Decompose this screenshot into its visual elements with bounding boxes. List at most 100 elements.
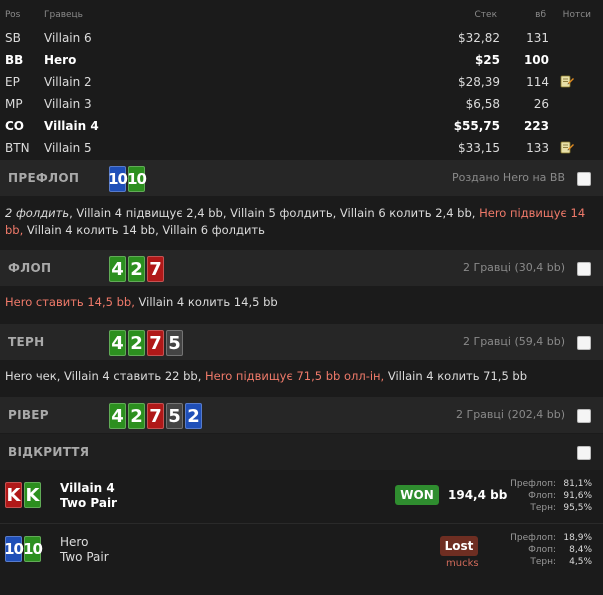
playing-card: 5 xyxy=(166,403,183,429)
player-bb: 26 xyxy=(533,97,549,111)
street-info: 2 Гравці (202,4 bb) xyxy=(456,408,565,421)
playing-card: 2 xyxy=(128,330,145,356)
player-bb: 131 xyxy=(526,31,549,45)
note-icon[interactable] xyxy=(560,74,574,88)
player-pos: BTN xyxy=(5,141,30,155)
turn-bar: ТЕРН 4275 2 Гравці (59,4 bb) xyxy=(0,324,603,360)
playing-card: K xyxy=(24,482,41,508)
action-text: Villain 4 колить 14 bb, Villain 6 фолдит… xyxy=(23,223,265,237)
col-header-player: Гравець xyxy=(44,10,83,20)
player-pos: EP xyxy=(5,75,20,89)
note-icon[interactable] xyxy=(560,140,574,154)
equity-label: Префлоп: xyxy=(510,479,556,489)
player-row[interactable]: CO Villain 4 $55,75 223 xyxy=(0,115,603,137)
showdown-player: KK Villain 4 Two Pair WON 194,4 bb Префл… xyxy=(0,470,603,522)
showdown-player-info: Hero Two Pair xyxy=(60,535,109,565)
playing-card: 4 xyxy=(109,403,126,429)
mucks-label: mucks xyxy=(446,558,479,569)
preflop-bar: ПРЕФЛОП 10 10 Роздано Hero на BB xyxy=(0,160,603,196)
equity-value: 4,5% xyxy=(569,557,592,567)
player-bb: 100 xyxy=(523,53,549,67)
player-pos: SB xyxy=(5,31,21,45)
street-label: ПРЕФЛОП xyxy=(8,171,80,185)
action-text: Hero чек, Villain 4 ставить 22 bb, xyxy=(5,369,206,383)
playing-card: 2 xyxy=(128,403,145,429)
equity-value: 95,5% xyxy=(563,503,592,513)
player-bb: 223 xyxy=(523,119,549,133)
hole-cards: 10 10 xyxy=(108,166,147,192)
equity-label: Терн: xyxy=(530,503,556,513)
playing-card: 10 xyxy=(23,536,43,562)
flop-bar: ФЛОП 427 2 Гравці (30,4 bb) xyxy=(0,250,603,286)
player-pos: BB xyxy=(5,53,24,67)
action-text: Villain 4 колить 71,5 bb xyxy=(384,369,528,383)
street-info: 2 Гравці (59,4 bb) xyxy=(463,335,565,348)
preflop-checkbox[interactable] xyxy=(577,172,591,186)
player-name: Villain 5 xyxy=(44,141,92,155)
showdown-bar: ВІДКРИТТЯ xyxy=(0,434,603,470)
action-text: 2 фолдить xyxy=(5,206,70,220)
preflop-action: 2 фолдить, Villain 4 підвищує 2,4 bb, Vi… xyxy=(5,205,595,239)
player-row[interactable]: BB Hero $25 100 xyxy=(0,49,603,71)
equity-label: Флоп: xyxy=(528,491,556,501)
showdown-checkbox[interactable] xyxy=(577,446,591,460)
equity-label: Терн: xyxy=(530,557,556,567)
playing-card: K xyxy=(5,482,22,508)
playing-card: 7 xyxy=(147,256,164,282)
playing-card: 10 xyxy=(127,166,147,192)
board-cards: 427 xyxy=(109,256,164,282)
playing-card: 10 xyxy=(4,536,24,562)
player-pos: MP xyxy=(5,97,23,111)
col-header-bb: вб xyxy=(535,10,546,20)
player-name: Villain 3 xyxy=(44,97,92,111)
player-name: Villain 6 xyxy=(44,31,92,45)
player-stack: $55,75 xyxy=(453,119,500,133)
flop-action: Hero ставить 14,5 bb, Villain 4 колить 1… xyxy=(5,294,595,311)
equity-value: 91,6% xyxy=(563,491,592,501)
flop-checkbox[interactable] xyxy=(577,262,591,276)
turn-action: Hero чек, Villain 4 ставить 22 bb, Hero … xyxy=(5,368,595,385)
player-stack: $25 xyxy=(474,53,500,67)
action-text: Villain 4 колить 14,5 bb xyxy=(134,295,278,309)
showdown-player-name: Hero xyxy=(60,535,89,549)
won-amount: 194,4 bb xyxy=(448,488,508,502)
equity-value: 18,9% xyxy=(563,533,592,543)
action-text: , Villain 4 підвищує 2,4 bb, Villain 5 ф… xyxy=(69,206,480,220)
player-stack: $32,82 xyxy=(458,31,500,45)
showdown-player-name: Villain 4 xyxy=(60,481,115,495)
board-cards: 4275 xyxy=(109,330,183,356)
street-label: ВІДКРИТТЯ xyxy=(8,445,90,459)
player-row[interactable]: MP Villain 3 $6,58 26 xyxy=(0,93,603,115)
player-name: Villain 2 xyxy=(44,75,92,89)
showdown-player: 10 10 Hero Two Pair Lost mucks Префлоп: 18… xyxy=(0,523,603,576)
won-badge: WON xyxy=(395,485,439,505)
river-checkbox[interactable] xyxy=(577,409,591,423)
board-cards: 42752 xyxy=(109,403,202,429)
player-row[interactable]: SB Villain 6 $32,82 131 xyxy=(0,27,603,49)
turn-checkbox[interactable] xyxy=(577,336,591,350)
showdown-player-info: Villain 4 Two Pair xyxy=(60,481,117,511)
river-bar: РІВЕР 42752 2 Гравці (202,4 bb) xyxy=(0,397,603,433)
playing-card: 7 xyxy=(147,330,164,356)
players-table: Pos Гравець Стек вб Нотси SB Villain 6 $… xyxy=(0,0,603,160)
equity-label: Флоп: xyxy=(528,545,556,555)
player-row[interactable]: BTN Villain 5 $33,15 133 xyxy=(0,137,603,159)
player-stack: $33,15 xyxy=(458,141,500,155)
playing-card: 4 xyxy=(109,330,126,356)
player-row[interactable]: EP Villain 2 $28,39 114 xyxy=(0,71,603,93)
street-info: 2 Гравці (30,4 bb) xyxy=(463,261,565,274)
playing-card: 7 xyxy=(147,403,164,429)
equity-label: Префлоп: xyxy=(510,533,556,543)
equity-list: Префлоп: 18,9% Флоп: 8,4% Терн: 4,5% xyxy=(510,532,592,568)
showdown-hand: Two Pair xyxy=(60,496,117,510)
player-stack: $6,58 xyxy=(465,97,500,111)
player-name: Villain 4 xyxy=(44,119,99,133)
action-text: Hero підвищує 71,5 bb олл-ін, xyxy=(205,369,385,383)
street-label: ФЛОП xyxy=(8,261,52,275)
shown-cards: 10 10 xyxy=(4,536,43,562)
lost-badge: Lost xyxy=(440,536,478,556)
player-stack: $28,39 xyxy=(458,75,500,89)
playing-card: 2 xyxy=(128,256,145,282)
col-header-pos: Pos xyxy=(5,10,21,20)
street-label: ТЕРН xyxy=(8,335,45,349)
